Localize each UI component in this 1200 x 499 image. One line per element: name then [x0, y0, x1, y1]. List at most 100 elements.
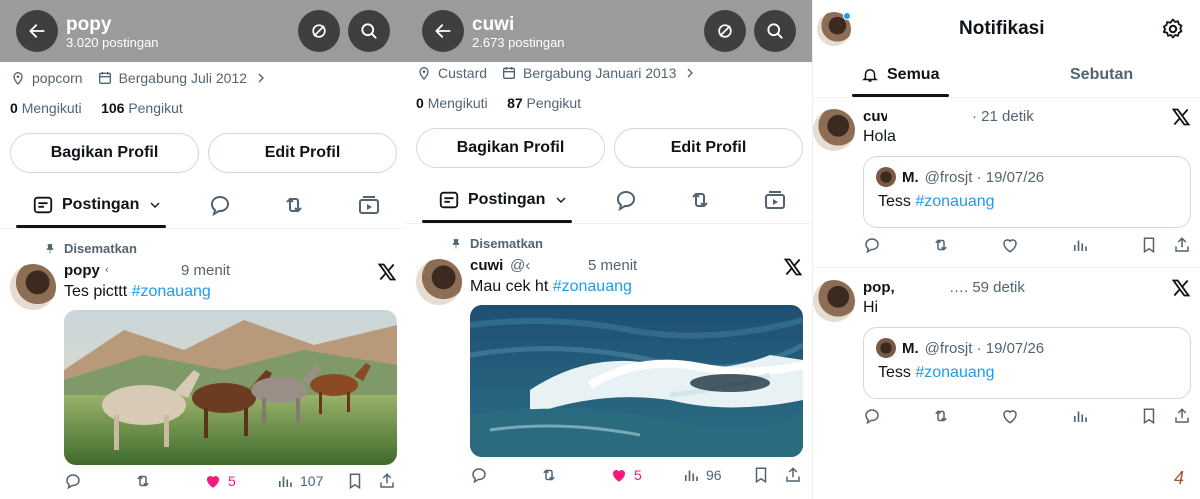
pin-icon [452, 238, 460, 248]
bookmark-button[interactable] [346, 472, 364, 490]
back-button[interactable] [422, 10, 464, 52]
quote-author: M. [902, 339, 919, 357]
chevron-right-icon [687, 68, 694, 78]
grok-button[interactable] [298, 10, 340, 52]
followers-label: Pengikut [526, 95, 582, 111]
reply-button[interactable] [470, 466, 488, 484]
following-label: Mengikuti [21, 100, 82, 116]
post-count: 2.673 postingan [472, 35, 565, 50]
repost-button[interactable] [134, 472, 152, 490]
post-text-body: Tes picttt [64, 283, 132, 300]
avatar [876, 167, 896, 187]
followers-count: 106 [101, 100, 125, 116]
reply-button[interactable] [863, 407, 881, 425]
avatar[interactable] [813, 109, 855, 151]
profile-panel-popy: popy 3.020 postingan popcorn Bergabung J… [0, 0, 406, 499]
bookmark-icon [1143, 408, 1155, 425]
grok-button[interactable] [704, 10, 746, 52]
post-hashtag[interactable]: #zonauang [132, 283, 211, 300]
like-button[interactable]: 5 [204, 472, 236, 490]
repost-icon[interactable] [282, 193, 306, 217]
views-button[interactable]: 107 [276, 472, 323, 490]
profile-header: popy 3.020 postingan [0, 0, 406, 62]
quoted-post[interactable]: M. @frosjt · 19/07/26 Tess #zonauang [863, 327, 1191, 399]
divider [813, 267, 1200, 268]
quote-header: M. @frosjt · 19/07/26 [876, 167, 1044, 187]
media-icon[interactable] [357, 193, 381, 217]
repost-button[interactable] [932, 236, 950, 254]
quote-meta: @frosjt · 19/07/26 [924, 339, 1045, 357]
gear-icon[interactable] [1161, 17, 1185, 41]
notification-author[interactable]: cuv [863, 108, 887, 125]
replies-icon[interactable] [208, 193, 232, 217]
edit-profile-button[interactable]: Edit Profil [208, 133, 397, 173]
avatar[interactable] [813, 280, 855, 322]
share-profile-button[interactable]: Bagikan Profil [416, 128, 605, 168]
views-button[interactable] [1071, 236, 1089, 254]
corner-number: 4 [1173, 468, 1184, 488]
repost-button[interactable] [540, 466, 558, 484]
like-button[interactable]: 5 [610, 466, 642, 484]
profile-name: cuwi [472, 14, 515, 35]
tab-active-indicator [422, 220, 572, 223]
share-button[interactable] [784, 466, 802, 484]
share-button[interactable] [378, 472, 396, 490]
views-button[interactable] [1071, 407, 1089, 425]
notification-author[interactable]: pop, [863, 279, 899, 296]
location-icon [13, 72, 23, 85]
share-icon [1175, 237, 1189, 252]
post-handle: @‹ [510, 257, 531, 274]
tab-all[interactable]: Semua [861, 54, 939, 96]
share-button[interactable] [1173, 407, 1191, 425]
post-author[interactable]: popy [64, 262, 100, 279]
share-button[interactable] [1173, 236, 1191, 254]
back-button[interactable] [16, 10, 58, 52]
pinned-label: Disematkan [450, 236, 543, 251]
x-logo-icon [377, 263, 397, 281]
quoted-post[interactable]: M. @frosjt · 19/07/26 Tess #zonauang [863, 156, 1191, 228]
quote-hashtag[interactable]: #zonauang [915, 364, 994, 381]
tab-posts[interactable]: Postingan [32, 183, 163, 227]
bookmark-button[interactable] [752, 466, 770, 484]
quote-hashtag[interactable]: #zonauang [915, 193, 994, 210]
view-count: 96 [706, 467, 722, 483]
unread-dot [843, 12, 851, 20]
reply-button[interactable] [863, 236, 881, 254]
reply-icon [865, 238, 879, 254]
bookmark-button[interactable] [1140, 236, 1158, 254]
location-text: Custard [438, 65, 488, 81]
tab-posts[interactable]: Postingan [438, 178, 569, 222]
reply-button[interactable] [64, 472, 82, 490]
avatar[interactable] [10, 264, 56, 310]
repost-icon[interactable] [688, 188, 712, 212]
chevron-down-icon [150, 202, 160, 208]
replies-icon[interactable] [614, 188, 638, 212]
repost-icon [935, 239, 947, 251]
avatar[interactable] [416, 259, 462, 305]
bookmark-button[interactable] [1140, 407, 1158, 425]
tab-all-label: Semua [887, 66, 940, 83]
media-icon[interactable] [763, 188, 787, 212]
search-icon [361, 23, 377, 39]
search-button[interactable] [754, 10, 796, 52]
post-count: 3.020 postingan [66, 35, 159, 50]
like-button[interactable] [1001, 407, 1019, 425]
notification-text: Hi [863, 299, 879, 316]
joined-text: Bergabung Januari 2013 [523, 65, 677, 81]
location-text: popcorn [32, 70, 83, 86]
follow-stats[interactable]: 0 Mengikuti 87 Pengikut [416, 95, 581, 111]
post-hashtag[interactable]: #zonauang [553, 278, 632, 295]
follow-stats[interactable]: 0 Mengikuti 106 Pengikut [10, 100, 183, 116]
tab-active-indicator [852, 94, 949, 97]
share-profile-button[interactable]: Bagikan Profil [10, 133, 199, 173]
tab-mentions[interactable]: Sebutan [1070, 54, 1133, 96]
like-button[interactable] [1001, 236, 1019, 254]
post-image-ocean[interactable] [470, 305, 803, 457]
calendar-icon [98, 72, 111, 84]
post-image-horses[interactable] [64, 310, 397, 465]
repost-button[interactable] [932, 407, 950, 425]
views-button[interactable]: 96 [682, 466, 722, 484]
search-button[interactable] [348, 10, 390, 52]
post-author[interactable]: cuwi [470, 257, 503, 274]
edit-profile-button[interactable]: Edit Profil [614, 128, 803, 168]
